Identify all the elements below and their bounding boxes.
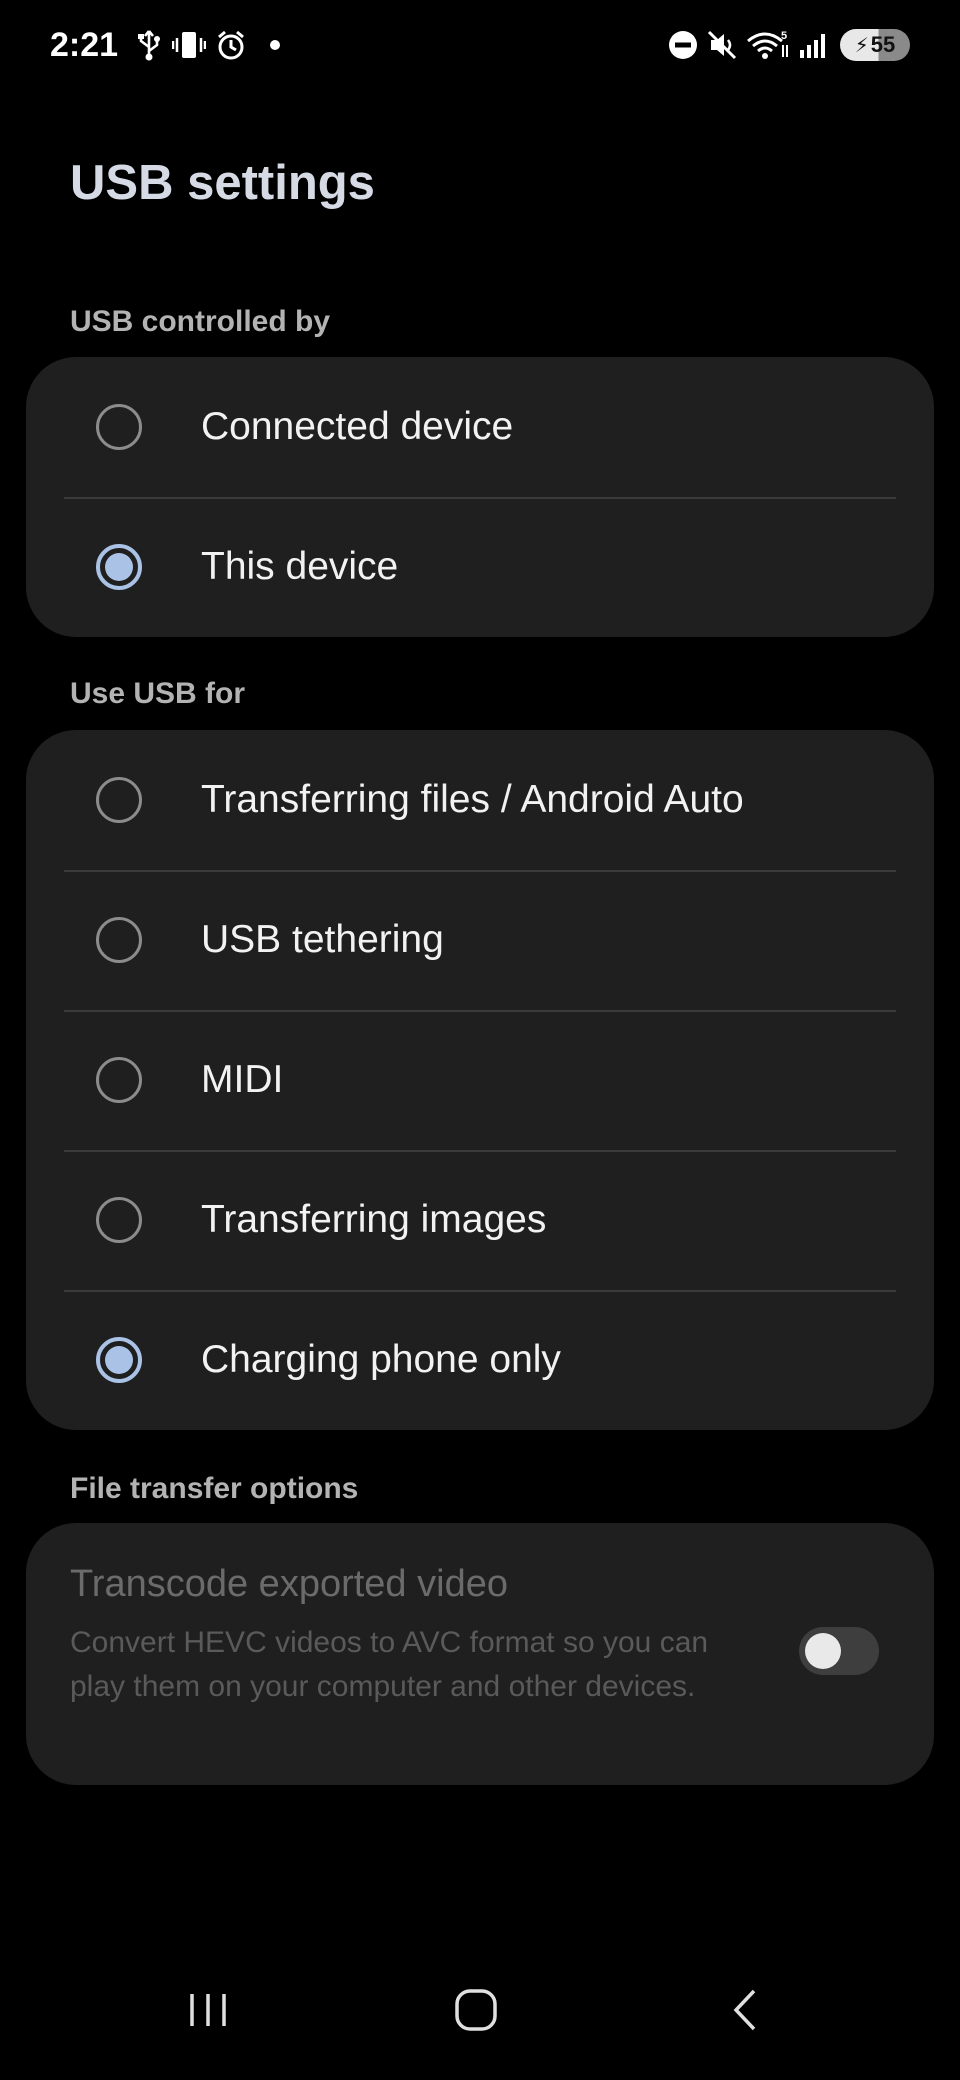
option-connected-device[interactable]: Connected device xyxy=(26,357,934,497)
radio-button[interactable] xyxy=(96,777,142,823)
wifi-icon: 5 xyxy=(746,29,790,61)
option-label: MIDI xyxy=(201,1058,284,1101)
radio-button[interactable] xyxy=(96,1057,142,1103)
mute-icon xyxy=(706,29,738,61)
battery-level: 55 xyxy=(870,32,896,57)
option-label: Charging phone only xyxy=(201,1338,561,1381)
alarm-icon xyxy=(216,29,246,61)
recent-apps-icon[interactable] xyxy=(168,1970,248,2050)
option-label: Transferring files / Android Auto xyxy=(201,778,744,821)
status-bar: 2:21 5 ⚡ 55 xyxy=(0,0,960,90)
usb-settings-screen: 2:21 5 ⚡ 55 USB settings USB controlled … xyxy=(0,0,960,2080)
radio-dot xyxy=(105,1346,133,1374)
option-usb-tethering[interactable]: USB tethering xyxy=(26,870,934,1010)
signal-icon xyxy=(798,30,830,60)
transcode-toggle[interactable] xyxy=(799,1627,879,1675)
option-label: Transferring images xyxy=(201,1198,547,1241)
charging-bolt-icon: ⚡ xyxy=(854,34,869,57)
radio-button[interactable] xyxy=(96,404,142,450)
notification-dot-icon xyxy=(270,40,281,50)
status-bar-left: 2:21 xyxy=(50,25,281,65)
battery-charging-icon: ⚡ 55 xyxy=(840,29,910,61)
status-bar-right: 5 ⚡ 55 xyxy=(660,29,910,61)
wifi-badge-text: 5 xyxy=(781,30,787,42)
option-label: Connected device xyxy=(201,405,514,448)
radio-button-selected[interactable] xyxy=(96,544,142,590)
option-midi[interactable]: MIDI xyxy=(26,1010,934,1150)
section-header-use-usb-for: Use USB for xyxy=(70,677,246,710)
page-title: USB settings xyxy=(70,156,375,210)
option-label: This device xyxy=(201,545,399,588)
home-icon[interactable] xyxy=(436,1970,516,2050)
transcode-description: Convert HEVC videos to AVC format so you… xyxy=(70,1626,709,1703)
option-charging-phone-only[interactable]: Charging phone only xyxy=(26,1290,934,1430)
radio-button[interactable] xyxy=(96,1197,142,1243)
back-icon[interactable] xyxy=(706,1970,786,2050)
vibrate-icon xyxy=(172,29,207,61)
do-not-disturb-icon xyxy=(668,30,698,60)
transcode-title: Transcode exported video xyxy=(70,1563,508,1605)
option-transferring-images[interactable]: Transferring images xyxy=(26,1150,934,1290)
radio-button[interactable] xyxy=(96,917,142,963)
option-this-device[interactable]: This device xyxy=(26,497,934,637)
use-usb-for-card: Transferring files / Android Auto USB te… xyxy=(26,730,934,1430)
radio-button-selected[interactable] xyxy=(96,1337,142,1383)
option-transferring-files[interactable]: Transferring files / Android Auto xyxy=(26,730,934,870)
section-header-controlled-by: USB controlled by xyxy=(70,305,331,338)
status-time: 2:21 xyxy=(50,25,119,64)
section-header-file-transfer: File transfer options xyxy=(70,1472,359,1505)
navigation-bar xyxy=(0,1940,960,2080)
controlled-by-card: Connected device This device xyxy=(26,357,934,637)
transcode-card: Transcode exported video Convert HEVC vi… xyxy=(26,1523,934,1785)
usb-icon xyxy=(136,29,162,61)
radio-dot xyxy=(105,553,133,581)
toggle-knob xyxy=(805,1633,841,1669)
option-label: USB tethering xyxy=(201,918,444,961)
